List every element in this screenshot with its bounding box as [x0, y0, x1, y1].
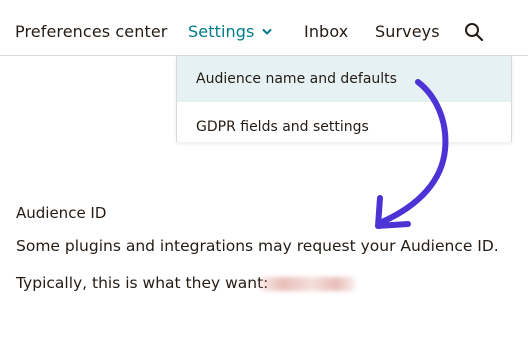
audience-id-description: Some plugins and integrations may reques…: [16, 237, 499, 255]
search-icon[interactable]: [464, 22, 484, 42]
settings-dropdown-menu: Audience name and defaults GDPR fields a…: [176, 56, 512, 142]
nav-preferences-center[interactable]: Preferences center: [15, 21, 167, 43]
audience-id-hint: Typically, this is what they want:: [16, 274, 269, 292]
nav-settings[interactable]: Settings: [188, 21, 254, 43]
menu-item-audience-name-and-defaults[interactable]: Audience name and defaults: [177, 56, 511, 102]
audience-id-heading: Audience ID: [16, 204, 107, 222]
nav-inbox[interactable]: Inbox: [304, 21, 348, 43]
menu-item-gdpr-fields-and-settings[interactable]: GDPR fields and settings: [177, 104, 511, 142]
nav-surveys[interactable]: Surveys: [375, 21, 440, 43]
chevron-down-icon[interactable]: [262, 27, 272, 37]
top-navigation: Preferences center Settings Inbox Survey…: [0, 0, 528, 56]
redacted-audience-id: [258, 277, 356, 291]
